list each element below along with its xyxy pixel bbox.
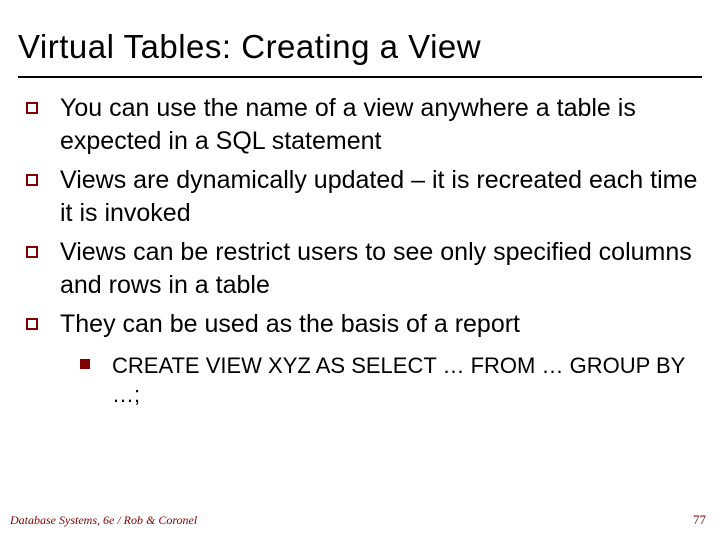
bullet-list: You can use the name of a view anywhere … (18, 92, 702, 341)
title-rule (18, 76, 702, 78)
sub-bullet-text: CREATE VIEW XYZ AS SELECT … FROM … GROUP… (112, 351, 702, 409)
sub-bullet-item: CREATE VIEW XYZ AS SELECT … FROM … GROUP… (80, 351, 702, 409)
square-bullet-icon (26, 102, 38, 114)
sub-bullet-list: CREATE VIEW XYZ AS SELECT … FROM … GROUP… (80, 351, 702, 409)
footer-source: Database Systems, 6e / Rob & Coronel (10, 513, 197, 528)
bullet-text: They can be used as the basis of a repor… (60, 308, 520, 341)
square-bullet-icon (26, 246, 38, 258)
bullet-item: Views are dynamically updated – it is re… (26, 164, 698, 230)
slide: Virtual Tables: Creating a View You can … (0, 0, 720, 540)
bullet-item: You can use the name of a view anywhere … (26, 92, 698, 158)
square-bullet-icon (26, 174, 38, 186)
bullet-item: Views can be restrict users to see only … (26, 236, 698, 302)
footer-page-number: 77 (693, 512, 706, 528)
square-bullet-icon (26, 318, 38, 330)
bullet-item: They can be used as the basis of a repor… (26, 308, 698, 341)
bullet-text: Views can be restrict users to see only … (60, 236, 698, 302)
bullet-text: You can use the name of a view anywhere … (60, 92, 698, 158)
bullet-text: Views are dynamically updated – it is re… (60, 164, 698, 230)
filled-square-bullet-icon (80, 359, 90, 369)
slide-title: Virtual Tables: Creating a View (18, 28, 702, 66)
